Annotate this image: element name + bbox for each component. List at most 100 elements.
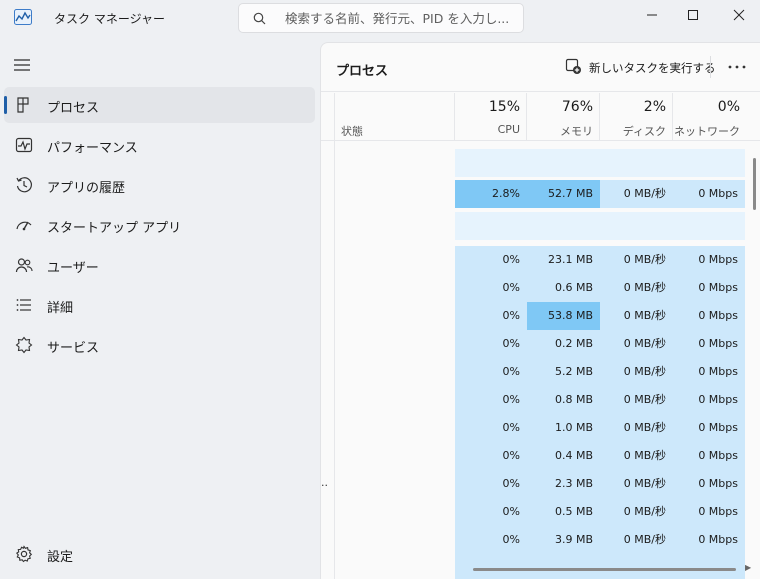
network-cell: 0 Mbps — [673, 302, 745, 330]
memory-cell: 52.7 MB — [527, 180, 600, 208]
disk-cell — [600, 212, 673, 240]
column-divider — [599, 93, 600, 141]
vertical-scrollbar[interactable] — [753, 158, 756, 210]
hamburger-menu-icon[interactable] — [11, 56, 33, 74]
network-cell: 0 Mbps — [673, 414, 745, 442]
maximize-button[interactable] — [670, 0, 716, 30]
memory-cell: 53.8 MB — [527, 302, 600, 330]
sidebar-item-app-history[interactable]: アプリの履歴 — [4, 167, 315, 203]
network-cell: 0 Mbps — [673, 274, 745, 302]
network-cell — [673, 554, 745, 579]
processes-icon — [17, 97, 29, 113]
sidebar-item-performance[interactable]: パフォーマンス — [4, 127, 315, 163]
column-header-disk[interactable]: 2% ディスク — [600, 93, 673, 141]
scroll-right-icon[interactable]: ▶ — [745, 563, 751, 572]
table-row[interactable]: 0% 1.0 MB 0 MB/秒 0 Mbps — [321, 414, 760, 442]
sidebar-item-settings[interactable]: 設定 — [4, 536, 315, 572]
table-row[interactable]: 0% 53.8 MB 0 MB/秒 0 Mbps — [321, 302, 760, 330]
sidebar-item-label: スタートアップ アプリ — [47, 221, 182, 236]
process-table: 状態 15% CPU 76% メモリ 2% ディスク 0% ネットワーク 2.8… — [321, 93, 760, 579]
active-indicator — [4, 96, 7, 114]
minimize-button[interactable] — [629, 0, 675, 30]
cpu-cell: 0% — [455, 442, 527, 470]
cpu-cell: 0% — [455, 498, 527, 526]
sidebar: プロセス パフォーマンス アプリの履歴 スタートアップ アプリ ユーザー 詳細 … — [0, 36, 320, 579]
table-row[interactable]: 0% 2.3 MB 0 MB/秒 0 Mbps — [321, 470, 760, 498]
network-cell: 0 Mbps — [673, 442, 745, 470]
table-row[interactable]: 0% 0.5 MB 0 MB/秒 0 Mbps — [321, 498, 760, 526]
column-header-memory[interactable]: 76% メモリ — [527, 93, 600, 141]
sidebar-item-label: 詳細 — [47, 301, 74, 316]
main-panel: プロセス 新しいタスクを実行する 状態 15% CPU 76% メモリ 2% デ… — [320, 42, 760, 579]
table-row[interactable]: 0% 23.1 MB 0 MB/秒 0 Mbps — [321, 246, 760, 274]
memory-cell: 3.9 MB — [527, 526, 600, 554]
network-cell: 0 Mbps — [673, 498, 745, 526]
sidebar-item-label: ユーザー — [47, 261, 99, 276]
cpu-cell: 0% — [455, 358, 527, 386]
disk-cell: 0 MB/秒 — [600, 330, 673, 358]
disk-cell: 0 MB/秒 — [600, 526, 673, 554]
task-manager-icon — [14, 9, 32, 25]
column-name: CPU — [497, 123, 520, 136]
gear-icon — [15, 545, 33, 563]
table-row[interactable] — [321, 149, 760, 177]
app-history-icon — [16, 177, 32, 193]
table-row[interactable]: 2.8% 52.7 MB 0 MB/秒 0 Mbps — [321, 180, 760, 208]
memory-cell: 1.0 MB — [527, 414, 600, 442]
cpu-cell — [455, 212, 527, 240]
column-usage: 15% — [488, 99, 520, 115]
network-cell: 0 Mbps — [673, 358, 745, 386]
maximize-icon — [688, 10, 698, 20]
search-box[interactable] — [238, 3, 524, 33]
table-row[interactable]: 0% 3.9 MB 0 MB/秒 0 Mbps — [321, 526, 760, 554]
title-bar: タスク マネージャー — [0, 0, 760, 36]
sidebar-item-startup-apps[interactable]: スタートアップ アプリ — [4, 207, 315, 243]
table-row[interactable]: 0% 0.6 MB 0 MB/秒 0 Mbps — [321, 274, 760, 302]
disk-cell: 0 MB/秒 — [600, 180, 673, 208]
cpu-cell: 0% — [455, 246, 527, 274]
table-row[interactable]: 0% 0.4 MB 0 MB/秒 0 Mbps — [321, 442, 760, 470]
cpu-cell: 0% — [455, 526, 527, 554]
app-title: タスク マネージャー — [54, 12, 165, 26]
disk-cell: 0 MB/秒 — [600, 302, 673, 330]
memory-cell: 0.5 MB — [527, 498, 600, 526]
table-row[interactable]: 0% 0.2 MB 0 MB/秒 0 Mbps — [321, 330, 760, 358]
sidebar-item-services[interactable]: サービス — [4, 327, 315, 363]
run-new-task-label: 新しいタスクを実行する — [589, 61, 716, 75]
minimize-icon — [647, 14, 657, 16]
memory-cell: 2.3 MB — [527, 470, 600, 498]
cpu-cell: 0% — [455, 302, 527, 330]
table-row[interactable]: 0% 0.8 MB 0 MB/秒 0 Mbps — [321, 386, 760, 414]
more-options-icon[interactable] — [723, 56, 751, 78]
column-header-network[interactable]: 0% ネットワーク — [673, 93, 760, 141]
disk-cell: 0 MB/秒 — [600, 358, 673, 386]
sidebar-item-processes[interactable]: プロセス — [4, 87, 315, 123]
network-cell: 0 Mbps — [673, 386, 745, 414]
search-input[interactable] — [285, 9, 513, 27]
cpu-cell: 0% — [455, 414, 527, 442]
sidebar-item-details[interactable]: 詳細 — [4, 287, 315, 323]
table-row[interactable] — [321, 554, 760, 579]
network-cell: 0 Mbps — [673, 246, 745, 274]
services-icon — [15, 336, 33, 354]
table-row[interactable]: 0% 5.2 MB 0 MB/秒 0 Mbps — [321, 358, 760, 386]
column-name: 状態 — [341, 125, 363, 138]
column-usage: 2% — [643, 99, 666, 115]
horizontal-scrollbar[interactable] — [473, 568, 736, 571]
cpu-cell: 0% — [455, 470, 527, 498]
memory-cell: 5.2 MB — [527, 358, 600, 386]
performance-icon — [15, 137, 33, 153]
close-button[interactable] — [716, 0, 760, 30]
cpu-cell: 0% — [455, 330, 527, 358]
column-header-status[interactable]: 状態 — [321, 93, 455, 141]
sidebar-item-users[interactable]: ユーザー — [4, 247, 315, 283]
memory-cell — [527, 554, 600, 579]
run-new-task-button[interactable]: 新しいタスクを実行する — [561, 54, 716, 80]
column-divider — [526, 93, 527, 141]
table-row[interactable] — [321, 212, 760, 240]
memory-cell: 0.6 MB — [527, 274, 600, 302]
startup-icon — [16, 221, 32, 231]
column-header-cpu[interactable]: 15% CPU — [455, 93, 527, 141]
column-usage: 0% — [717, 99, 740, 115]
users-icon — [15, 258, 33, 273]
